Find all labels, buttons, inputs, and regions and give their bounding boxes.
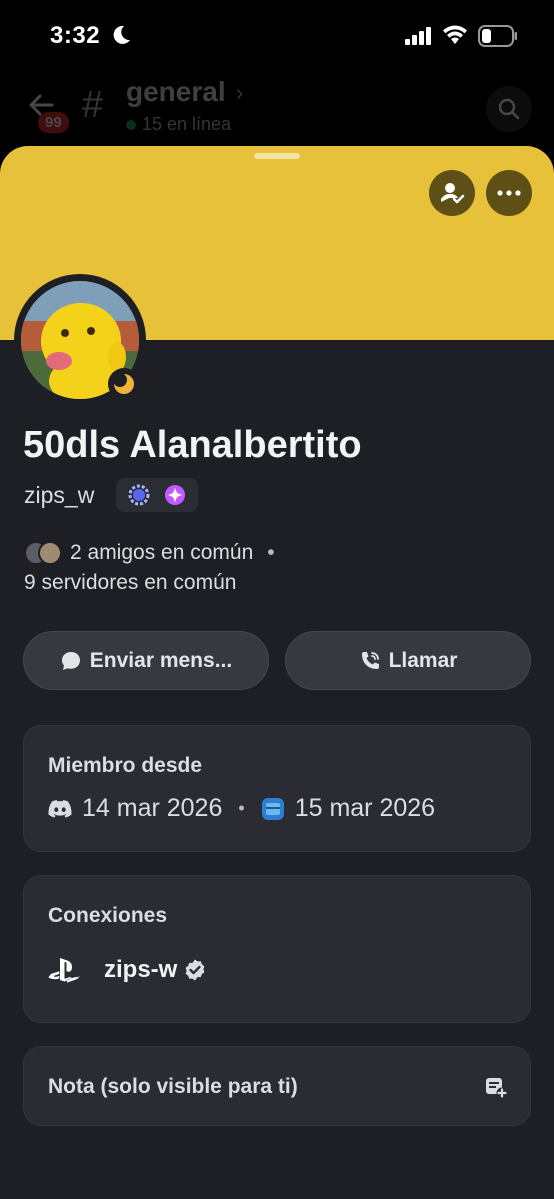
- playstation-icon: [48, 958, 81, 983]
- profile-badges: [116, 478, 198, 512]
- send-message-button[interactable]: Enviar mens...: [23, 631, 269, 690]
- status-bar: 3:32: [0, 0, 554, 70]
- display-name: 50dls Alanalbertito: [23, 424, 362, 466]
- connection-name: zips-w: [104, 956, 178, 983]
- connections-title: Conexiones: [48, 904, 168, 927]
- wreath-badge-icon[interactable]: [127, 483, 151, 507]
- search-button[interactable]: [486, 86, 532, 132]
- idle-status-indicator: [108, 368, 140, 400]
- unread-badge: 99: [38, 112, 69, 133]
- send-message-label: Enviar mens...: [89, 648, 233, 672]
- discord-join-date: 14 mar 2026: [82, 794, 223, 822]
- call-button[interactable]: Llamar: [285, 631, 531, 690]
- friend-check-icon: [441, 183, 465, 204]
- mutual-servers-row[interactable]: 9 servidores en común: [24, 568, 524, 598]
- verified-icon: [185, 959, 205, 981]
- mutual-friends-row[interactable]: 2 amigos en común •: [24, 538, 524, 568]
- search-icon: [498, 98, 520, 120]
- online-count: 15 en línea: [142, 114, 232, 134]
- channel-header: 99 # general › 15 en línea: [0, 70, 554, 150]
- member-since-title: Miembro desde: [48, 754, 203, 777]
- friend-status-button[interactable]: [429, 170, 475, 216]
- action-buttons: Enviar mens... Llamar: [23, 631, 531, 690]
- phone-icon: [361, 651, 379, 669]
- mutual-info: 2 amigos en común • 9 servidores en comú…: [24, 538, 524, 598]
- avatar-container[interactable]: [14, 274, 146, 406]
- member-dates: 14 mar 2026 • 15 mar 2026: [48, 794, 435, 823]
- channel-name[interactable]: general: [126, 76, 226, 108]
- mutual-friend-avatars: [24, 541, 68, 565]
- nitro-badge-icon[interactable]: [163, 483, 187, 507]
- hash-icon: #: [82, 84, 104, 126]
- chat-bubble-icon: [61, 651, 80, 670]
- more-icon: [497, 190, 521, 196]
- call-label: Llamar: [388, 648, 458, 672]
- idle-moon-icon: [113, 373, 134, 394]
- server-icon: [261, 797, 284, 820]
- online-indicator: [126, 120, 136, 130]
- server-join-date: 15 mar 2026: [294, 794, 436, 822]
- connections-card: Conexiones zips-w: [23, 875, 531, 1023]
- profile-sheet: 50dls Alanalbertito zips_w 2 amigos en c…: [0, 146, 554, 1199]
- status-time: 3:32: [50, 22, 101, 49]
- separator-dot: •: [267, 541, 275, 564]
- battery-icon: [478, 25, 517, 47]
- separator-dot: •: [238, 798, 245, 818]
- moon-icon: [113, 25, 130, 44]
- wifi-icon: [443, 25, 467, 44]
- drag-handle[interactable]: [254, 153, 300, 159]
- username[interactable]: zips_w: [24, 482, 94, 509]
- note-card[interactable]: Nota (solo visible para ti): [23, 1046, 531, 1126]
- member-since-card: Miembro desde 14 mar 2026 • 15 mar 2026: [23, 725, 531, 852]
- mutual-friends-text: 2 amigos en común: [70, 541, 254, 564]
- discord-icon: [48, 799, 72, 818]
- chevron-right-icon: ›: [236, 80, 244, 105]
- more-options-button[interactable]: [486, 170, 532, 216]
- signal-icon: [405, 27, 431, 45]
- mutual-friend-avatar: [38, 541, 62, 565]
- connection-item[interactable]: zips-w: [48, 956, 207, 984]
- mutual-servers-text: 9 servidores en común: [24, 571, 237, 594]
- add-note-icon[interactable]: [484, 1075, 508, 1099]
- note-label: Nota (solo visible para ti): [48, 1075, 298, 1098]
